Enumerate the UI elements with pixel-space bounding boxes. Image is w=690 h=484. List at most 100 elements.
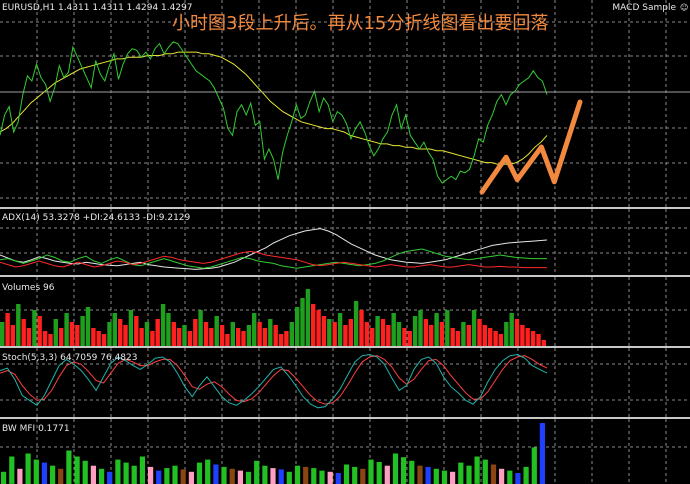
volume-bar bbox=[450, 328, 455, 346]
volume-bar bbox=[455, 331, 461, 346]
volume-bar bbox=[295, 307, 300, 346]
volume-bar bbox=[396, 322, 402, 346]
volume-bar bbox=[429, 325, 434, 346]
bwmfi-bar bbox=[286, 471, 292, 484]
bwmfi-bar bbox=[25, 453, 31, 484]
volume-bar bbox=[0, 322, 5, 346]
adx-pane: ADX(14) 53.3278 +DI:24.6133 -DI:9.2129 bbox=[0, 209, 690, 275]
bwmfi-bar bbox=[148, 466, 154, 484]
adx-label: ADX(14) 53.3278 +DI:24.6133 -DI:9.2129 bbox=[2, 213, 191, 223]
volume-bar bbox=[284, 331, 289, 346]
bwmfi-bar bbox=[531, 447, 537, 484]
volume-bar bbox=[166, 313, 171, 346]
volume-bar bbox=[257, 322, 262, 346]
bwmfi-bar bbox=[303, 466, 309, 484]
bwmfi-bar bbox=[499, 468, 505, 484]
bwmfi-bar bbox=[1, 471, 7, 484]
bwmfi-bar bbox=[458, 462, 464, 484]
volume-bar bbox=[520, 325, 525, 346]
volume-bar bbox=[144, 322, 150, 346]
bwmfi-bar bbox=[319, 470, 325, 484]
bwmfi-bar bbox=[425, 466, 431, 484]
volume-bar bbox=[91, 328, 96, 346]
volume-bar bbox=[493, 331, 498, 346]
bwmfi-bar bbox=[180, 469, 186, 484]
price-pane: EURUSD,H1 1.4311 1.4311 1.4294 1.4297 MA… bbox=[0, 0, 690, 207]
volume-bar bbox=[509, 313, 514, 346]
volume-bar bbox=[273, 325, 278, 346]
bwmfi-bar bbox=[9, 456, 15, 484]
volume-bar bbox=[16, 304, 21, 346]
bwmfi-bar bbox=[294, 465, 301, 484]
bwmfi-bar bbox=[539, 423, 545, 484]
forecast-arrow bbox=[479, 99, 583, 195]
volume-bar bbox=[177, 328, 182, 346]
volume-bar bbox=[134, 316, 139, 346]
bwmfi-bar bbox=[41, 462, 47, 484]
moving-average-line bbox=[0, 51, 548, 165]
bwmfi-bar bbox=[278, 469, 284, 484]
chart-window: EURUSD,H1 1.4311 1.4311 1.4294 1.4297 MA… bbox=[0, 0, 690, 484]
volume-bar bbox=[5, 313, 10, 346]
volume-bar bbox=[466, 325, 471, 346]
bwmfi-bar bbox=[123, 462, 129, 484]
volume-bar bbox=[69, 322, 75, 346]
volume-bar bbox=[482, 325, 487, 346]
volume-bar bbox=[225, 334, 230, 346]
volume-bar bbox=[203, 322, 209, 346]
volume-bar bbox=[236, 328, 241, 346]
volume-bar bbox=[370, 328, 375, 346]
volume-bar bbox=[525, 328, 530, 346]
bwmfi-bar bbox=[99, 468, 105, 484]
volume-bar bbox=[300, 298, 305, 346]
volume-bar bbox=[471, 310, 477, 346]
volume-bar bbox=[305, 289, 311, 346]
bwmfi-pane: BW MFI 0.1771 bbox=[0, 419, 690, 484]
volume-bar bbox=[107, 322, 112, 346]
volume-bar bbox=[193, 319, 198, 346]
bwmfi-bar bbox=[82, 460, 88, 484]
volume-bar bbox=[198, 310, 203, 346]
bwmfi-bar bbox=[417, 465, 423, 484]
bwmfi-bar bbox=[466, 465, 472, 484]
volume-bar bbox=[530, 331, 536, 346]
bwmfi-bar bbox=[221, 466, 227, 484]
volume-bar bbox=[48, 334, 53, 346]
volume-bar bbox=[209, 328, 214, 346]
bwmfi-bar bbox=[188, 471, 194, 484]
bwmfi-bar bbox=[335, 473, 341, 484]
bwmfi-bar bbox=[311, 468, 317, 484]
bwmfi-bar bbox=[270, 468, 276, 484]
bwmfi-bar bbox=[66, 450, 72, 484]
bwmfi-bar bbox=[352, 466, 358, 484]
volume-bar bbox=[439, 322, 445, 346]
volume-bar bbox=[477, 319, 482, 346]
price-line bbox=[0, 41, 548, 184]
volume-bar bbox=[123, 325, 128, 346]
bwmfi-bar bbox=[523, 466, 529, 484]
bwmfi-bar bbox=[507, 470, 513, 484]
volume-bar bbox=[26, 328, 32, 346]
bwmfi-bar bbox=[401, 457, 407, 484]
annotation-text: 小时图3段上升后。再从15分折线图看出要回落 bbox=[172, 13, 549, 34]
volume-bar bbox=[353, 301, 359, 346]
bwmfi-bar bbox=[196, 462, 203, 484]
volume-bar bbox=[187, 331, 193, 346]
volume-bar bbox=[364, 322, 370, 346]
volume-bar bbox=[343, 325, 348, 346]
volume-bar bbox=[321, 316, 327, 346]
bwmfi-bar bbox=[131, 465, 137, 484]
bwmfi-bar bbox=[376, 462, 382, 484]
volume-bar bbox=[332, 322, 337, 346]
volume-bar bbox=[359, 310, 364, 346]
bwmfi-bar bbox=[262, 465, 268, 484]
volume-bar bbox=[289, 322, 294, 346]
volumes-chart bbox=[0, 277, 690, 346]
expert-label: MACD Sample bbox=[612, 3, 676, 13]
volume-bar bbox=[21, 319, 26, 346]
volume-bar bbox=[434, 313, 439, 346]
volume-bar bbox=[423, 319, 429, 346]
volume-bar bbox=[128, 310, 134, 346]
bwmfi-chart bbox=[0, 419, 690, 484]
volume-bar bbox=[268, 319, 273, 346]
